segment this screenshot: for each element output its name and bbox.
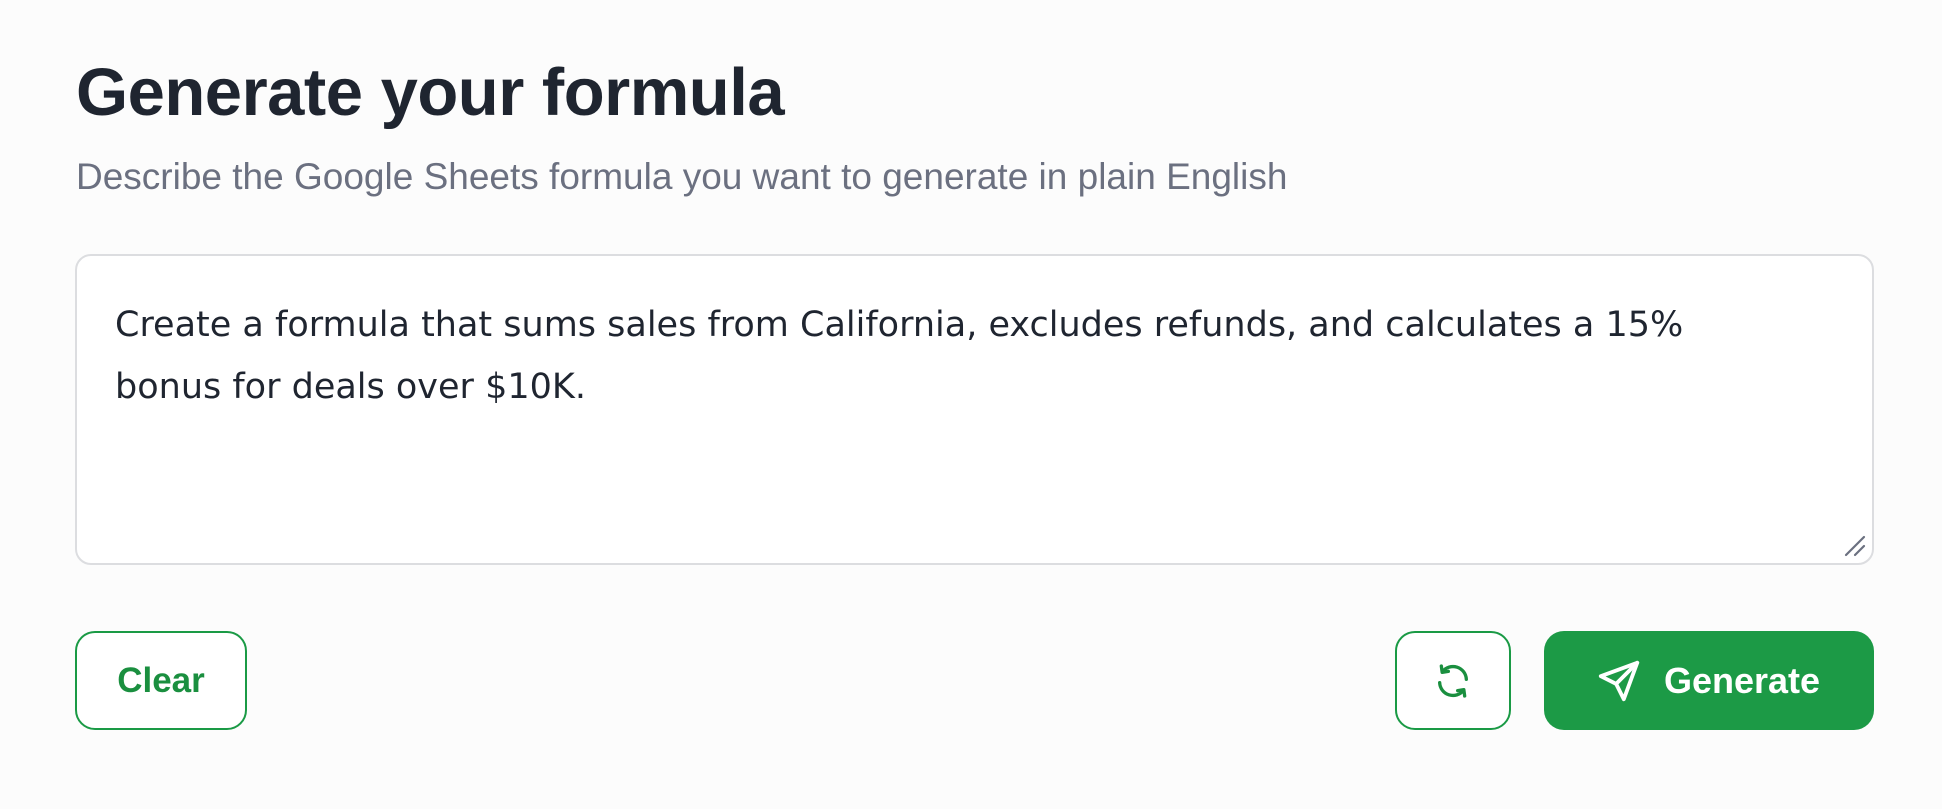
prompt-container: Create a formula that sums sales from Ca…	[75, 254, 1874, 565]
refresh-icon	[1433, 661, 1473, 701]
clear-button-label: Clear	[117, 660, 205, 700]
formula-generator-panel: Generate your formula Describe the Googl…	[0, 0, 1942, 809]
clear-button[interactable]: Clear	[75, 631, 247, 730]
prompt-textarea[interactable]: Create a formula that sums sales from Ca…	[77, 256, 1872, 563]
page-subtitle: Describe the Google Sheets formula you w…	[76, 156, 1288, 197]
page-title: Generate your formula	[76, 55, 785, 130]
refresh-button[interactable]	[1395, 631, 1511, 730]
generate-button-label: Generate	[1663, 659, 1821, 701]
generate-button[interactable]: Generate	[1544, 631, 1874, 730]
send-icon	[1596, 658, 1642, 704]
resize-handle-icon[interactable]	[1842, 533, 1868, 559]
